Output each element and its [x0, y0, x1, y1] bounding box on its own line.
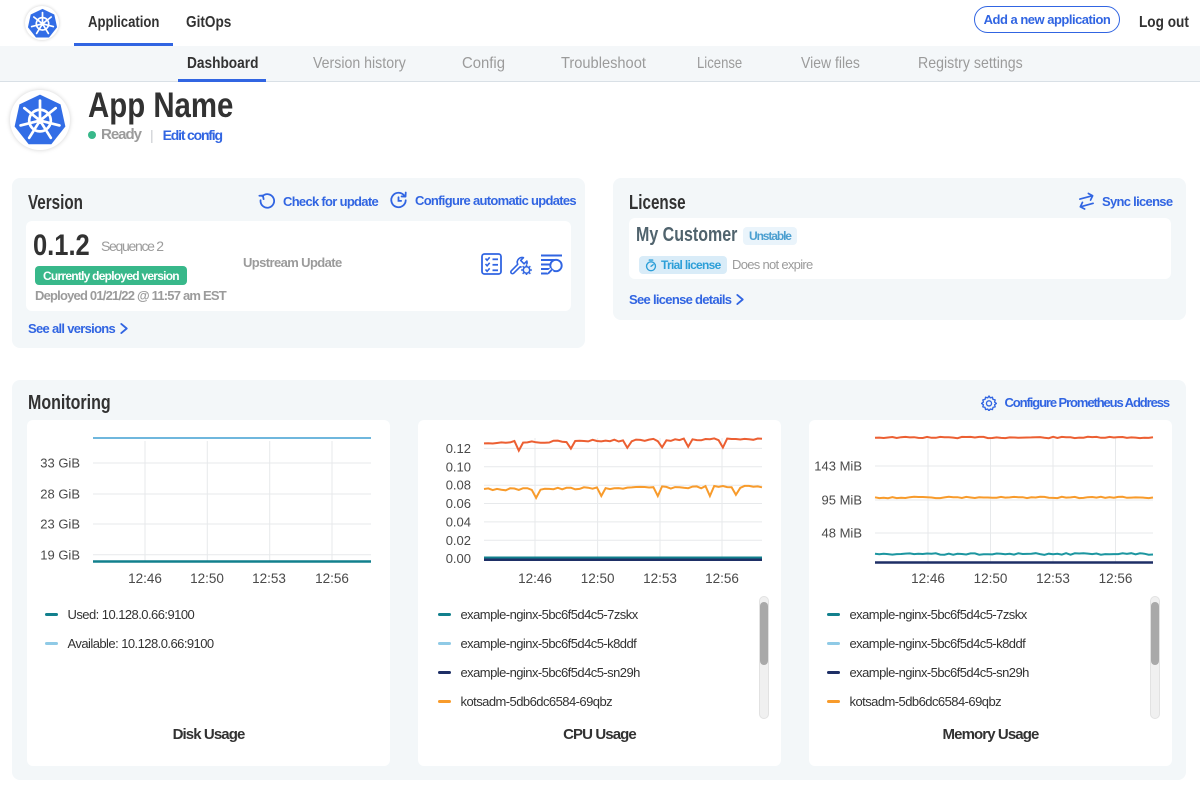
svg-text:48 MiB: 48 MiB: [822, 526, 862, 541]
svg-text:143 MiB: 143 MiB: [814, 459, 862, 474]
svg-text:12:53: 12:53: [643, 571, 677, 586]
svg-text:12:50: 12:50: [974, 571, 1008, 586]
svg-text:12:56: 12:56: [315, 571, 349, 586]
svg-text:12:53: 12:53: [252, 571, 286, 586]
svg-text:0.00: 0.00: [446, 551, 471, 566]
svg-text:95 MiB: 95 MiB: [822, 493, 862, 508]
svg-text:12:46: 12:46: [911, 571, 945, 586]
svg-text:0.04: 0.04: [446, 514, 471, 529]
svg-text:0.06: 0.06: [446, 496, 471, 511]
svg-text:12:50: 12:50: [581, 571, 615, 586]
svg-text:0.12: 0.12: [446, 441, 471, 456]
svg-text:12:50: 12:50: [190, 571, 224, 586]
svg-text:12:56: 12:56: [705, 571, 739, 586]
svg-text:0.08: 0.08: [446, 478, 471, 493]
svg-text:23 GiB: 23 GiB: [40, 517, 80, 532]
svg-text:12:46: 12:46: [128, 571, 162, 586]
svg-text:12:56: 12:56: [1099, 571, 1133, 586]
svg-text:0.02: 0.02: [446, 533, 471, 548]
svg-text:12:53: 12:53: [1036, 571, 1070, 586]
svg-text:0.10: 0.10: [446, 459, 471, 474]
svg-text:19 GiB: 19 GiB: [40, 547, 80, 562]
svg-text:12:46: 12:46: [518, 571, 552, 586]
svg-text:33 GiB: 33 GiB: [40, 456, 80, 471]
svg-text:28 GiB: 28 GiB: [40, 487, 80, 502]
